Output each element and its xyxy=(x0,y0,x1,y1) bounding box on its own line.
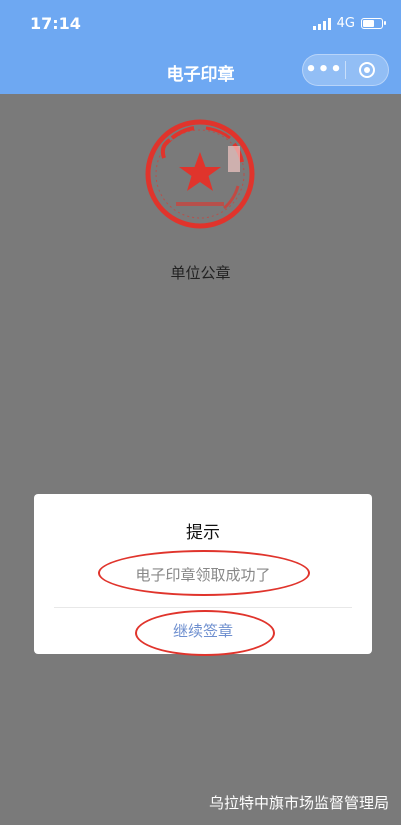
battery-icon xyxy=(361,18,386,29)
status-time: 17:14 xyxy=(30,14,81,33)
signal-icon xyxy=(312,17,331,30)
more-dots-icon[interactable]: ••• xyxy=(303,61,345,79)
dialog-divider xyxy=(54,607,352,608)
nav-bar: 电子印章 ••• xyxy=(0,48,401,94)
close-button[interactable] xyxy=(346,62,388,78)
network-type: 4G xyxy=(336,16,355,31)
dialog-title: 提示 xyxy=(186,523,220,543)
seal-caption: 单位公章 xyxy=(170,264,231,282)
status-bar: 17:14 4G xyxy=(0,0,401,48)
menu-capsule: ••• xyxy=(302,54,389,86)
highlight-ellipse-message xyxy=(98,550,310,596)
status-right: 4G xyxy=(312,16,386,31)
star-icon xyxy=(179,152,221,191)
alert-dialog: 提示 电子印章领取成功了 继续签章 xyxy=(34,494,372,656)
highlight-ellipse-button xyxy=(135,610,275,656)
target-icon xyxy=(359,62,375,78)
org-watermark: 乌拉特中旗市场监督管理局 xyxy=(208,794,389,812)
page-content: 单位公章 提示 电子印章领取成功了 继续签章 乌拉特中旗市场监督管理局 xyxy=(0,94,401,825)
seal-image xyxy=(145,119,255,229)
